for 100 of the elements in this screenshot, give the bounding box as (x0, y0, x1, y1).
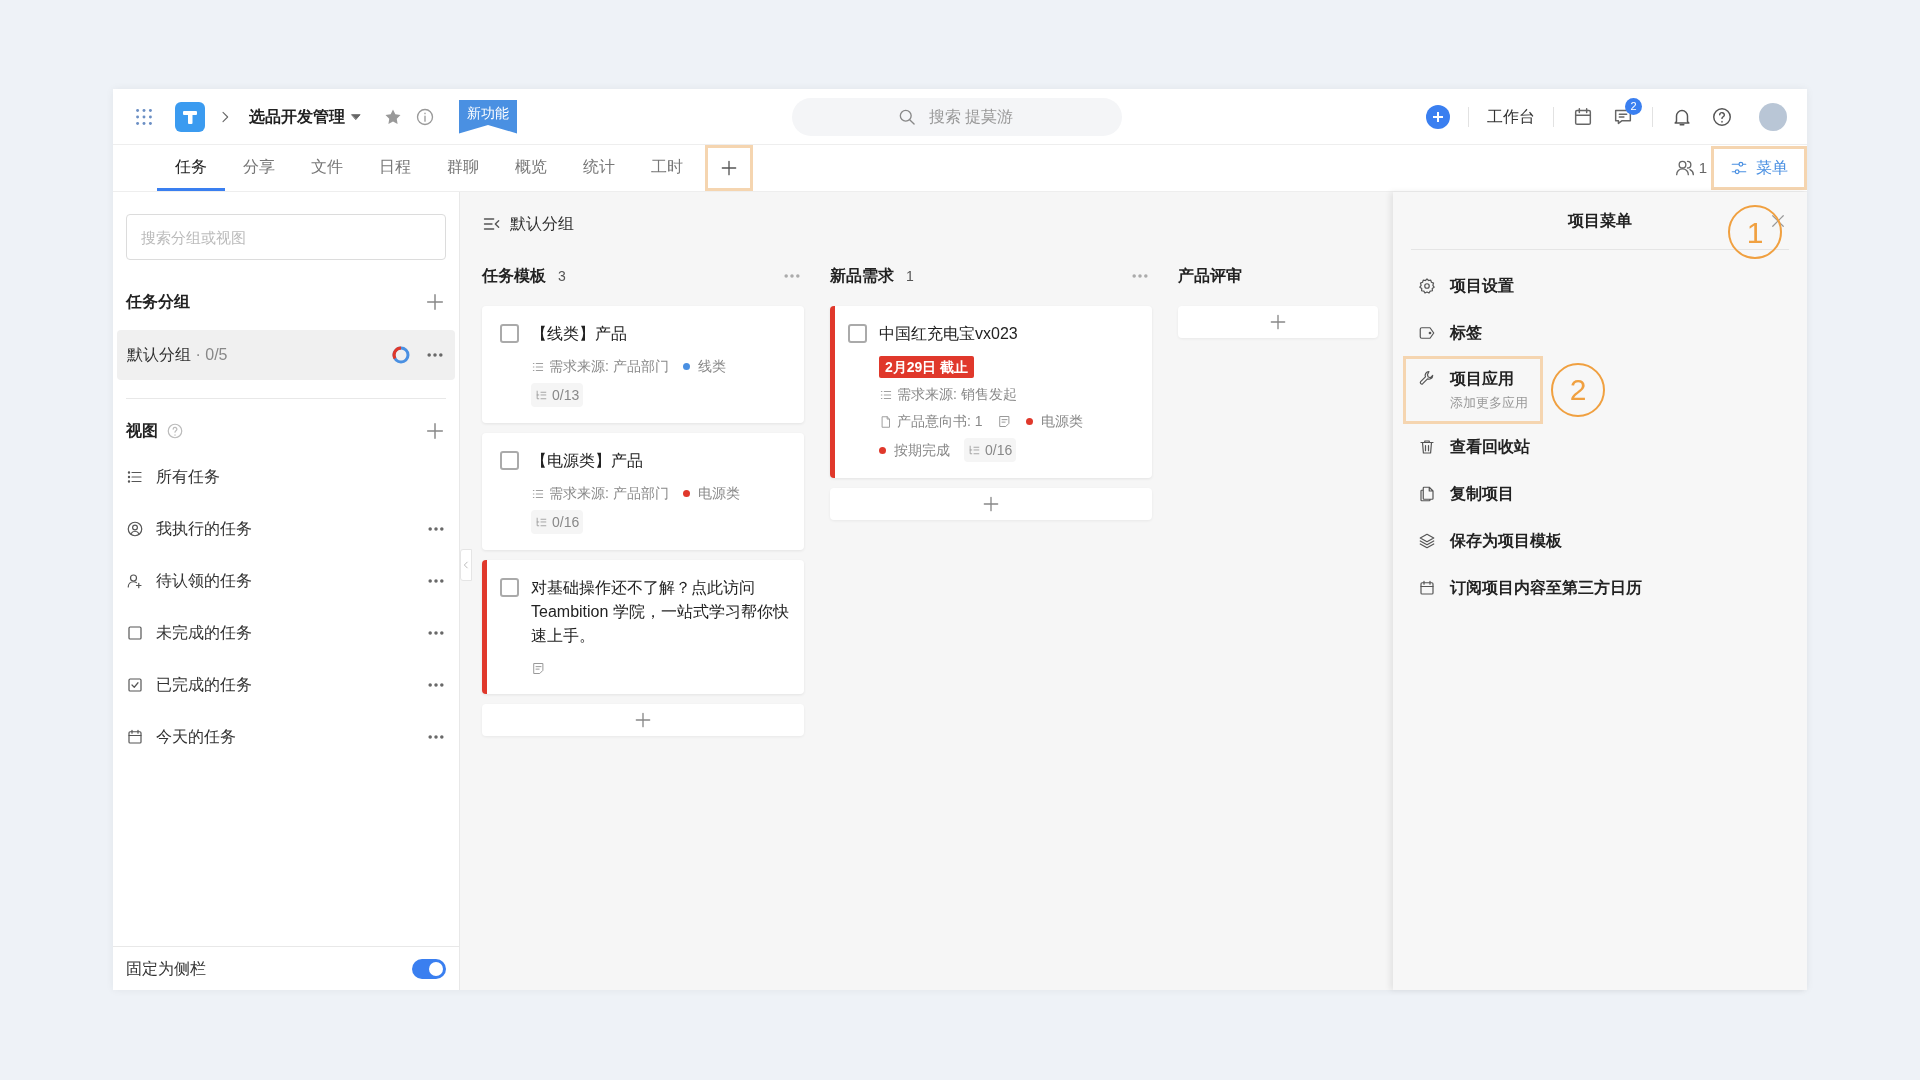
member-count[interactable]: 1 (1698, 156, 1707, 180)
calendar-icon (1572, 105, 1594, 128)
plus-icon (1268, 312, 1288, 332)
menu-item-subtitle: 添加更多应用 (1450, 394, 1528, 412)
toggle-switch[interactable] (412, 958, 446, 979)
menu-item[interactable]: 项目设置 (1403, 262, 1529, 309)
view-item[interactable]: 今天的任务 (113, 711, 459, 763)
menu-item-label: 项目设置 (1450, 275, 1514, 296)
task-card[interactable]: 对基础操作还不了解？点此访问 Teambition 学院，一站式学习帮你快速上手。 (482, 560, 804, 694)
tag-label: 电源类 (697, 484, 740, 503)
progress-ring-icon (391, 345, 411, 365)
info-icon[interactable] (415, 106, 435, 127)
menu-item-label: 标签 (1450, 322, 1482, 343)
tab[interactable]: 群聊 (429, 145, 497, 191)
copy-icon (1418, 485, 1436, 503)
subtask-icon (968, 443, 981, 457)
group-item[interactable]: 默认分组 · 0/5 (117, 330, 455, 380)
menu-item[interactable]: 查看回收站 (1403, 423, 1545, 471)
trash-icon (1418, 438, 1436, 456)
custom-field: 需求来源: 产品部门 (549, 356, 669, 377)
add-icon[interactable] (1426, 104, 1450, 129)
tab[interactable]: 日程 (361, 145, 429, 191)
custom-field: 需求来源: 产品部门 (549, 483, 669, 504)
search-icon (897, 107, 917, 127)
add-tab-button[interactable] (705, 145, 753, 191)
calendar-icon (126, 728, 144, 746)
column-count: 1 (906, 266, 914, 286)
tab[interactable]: 文件 (293, 145, 361, 191)
menu-item[interactable]: 项目应用 添加更多应用 (1403, 356, 1543, 424)
task-checkbox[interactable] (500, 578, 519, 597)
custom-field: 需求来源: 销售发起 (897, 384, 1017, 405)
collapse-handle[interactable] (460, 549, 472, 581)
close-icon[interactable] (1769, 212, 1787, 230)
task-title: 对基础操作还不了解？点此访问 Teambition 学院，一站式学习帮你快速上手。 (531, 578, 790, 646)
wrench-icon (1418, 369, 1436, 387)
tag-label: 电源类 (1040, 412, 1083, 431)
checkbox-icon (126, 624, 144, 642)
menu-item-label: 复制项目 (1450, 484, 1514, 504)
menu-item[interactable]: 标签 (1403, 309, 1497, 356)
task-title: 中国红充电宝vx023 (879, 324, 1019, 344)
tab[interactable]: 任务 (157, 145, 225, 191)
column-title: 新品需求 (830, 266, 894, 286)
column-title: 任务模板 (482, 266, 546, 286)
user-plus-icon (126, 572, 144, 590)
help-icon[interactable] (1711, 105, 1733, 128)
custom-field: 产品意向书: 1 (897, 411, 983, 432)
group-title: 默认分组 (510, 214, 574, 234)
plus-icon[interactable] (424, 291, 446, 313)
sliders-icon (1730, 159, 1748, 177)
callout-number: 1 (1728, 205, 1782, 259)
menu-item[interactable]: 复制项目 (1403, 470, 1529, 518)
task-checkbox[interactable] (500, 324, 519, 343)
user-circle-icon (126, 520, 144, 538)
user-avatar[interactable] (1759, 102, 1787, 131)
tag-label: 按期完成 (894, 440, 950, 460)
pin-sidebar-label: 固定为侧栏 (126, 958, 206, 979)
workbench-link[interactable]: 工作台 (1487, 104, 1535, 129)
task-card[interactable]: 中国红充电宝vx023 2月29日 截止 需求来源: 销售发起 产品意向书: 1 电源类 按期完成 0/16 (830, 306, 1152, 478)
search-field[interactable]: 搜索分组或视图 (126, 214, 446, 260)
deadline-badge: 2月29日 截止 (879, 356, 975, 378)
plus-icon[interactable] (424, 420, 446, 442)
menu-item[interactable]: 订阅项目内容至第三方日历 (1403, 564, 1657, 612)
task-checkbox[interactable] (500, 451, 519, 470)
menu-item[interactable]: 保存为项目模板 (1403, 517, 1577, 565)
menu-item-label: 保存为项目模板 (1450, 531, 1562, 551)
tab[interactable]: 分享 (225, 145, 293, 191)
tab[interactable]: 工时 (633, 145, 701, 191)
message-count-badge: 2 (1625, 97, 1642, 115)
plus-icon (719, 158, 739, 178)
members-icon[interactable] (1674, 158, 1695, 178)
callout-number: 2 (1551, 362, 1605, 417)
search-field[interactable]: 搜索 提莫游 (792, 98, 1122, 136)
note-icon (531, 660, 546, 676)
checked-box-icon (126, 676, 144, 694)
layers-icon (1418, 532, 1436, 550)
task-checkbox[interactable] (848, 324, 867, 343)
column-title: 产品评审 (1178, 266, 1242, 286)
view-item[interactable]: 我执行的任务 (113, 503, 459, 555)
subtask-count: 0/16 (531, 510, 584, 534)
note-icon (996, 414, 1012, 429)
project-title[interactable]: 选品开发管理 (249, 104, 345, 129)
view-item[interactable]: 待认领的任务 (113, 555, 459, 607)
task-title: 【线类】产品 (531, 324, 628, 344)
tab[interactable]: 概览 (497, 145, 565, 191)
subtask-icon (535, 388, 548, 402)
column-count: 3 (558, 266, 566, 286)
panel-title: 项目菜单 (1568, 210, 1632, 231)
tab[interactable]: 统计 (565, 145, 633, 191)
task-card[interactable]: 【电源类】产品 需求来源: 产品部门 电源类 0/16 (482, 433, 804, 550)
task-card[interactable]: 【线类】产品 需求来源: 产品部门 线类 0/13 (482, 306, 804, 423)
view-item[interactable]: 已完成的任务 (113, 659, 459, 711)
subtask-count: 0/16 (964, 438, 1017, 462)
chevron-left-icon (461, 560, 471, 570)
plus-icon (981, 494, 1001, 514)
view-item[interactable]: 所有任务 (113, 451, 459, 503)
app-logo-icon[interactable] (175, 101, 205, 132)
settings-icon (1418, 276, 1436, 295)
subtask-icon (535, 515, 548, 529)
menu-item-label: 项目应用 (1450, 369, 1515, 389)
view-item[interactable]: 未完成的任务 (113, 607, 459, 659)
